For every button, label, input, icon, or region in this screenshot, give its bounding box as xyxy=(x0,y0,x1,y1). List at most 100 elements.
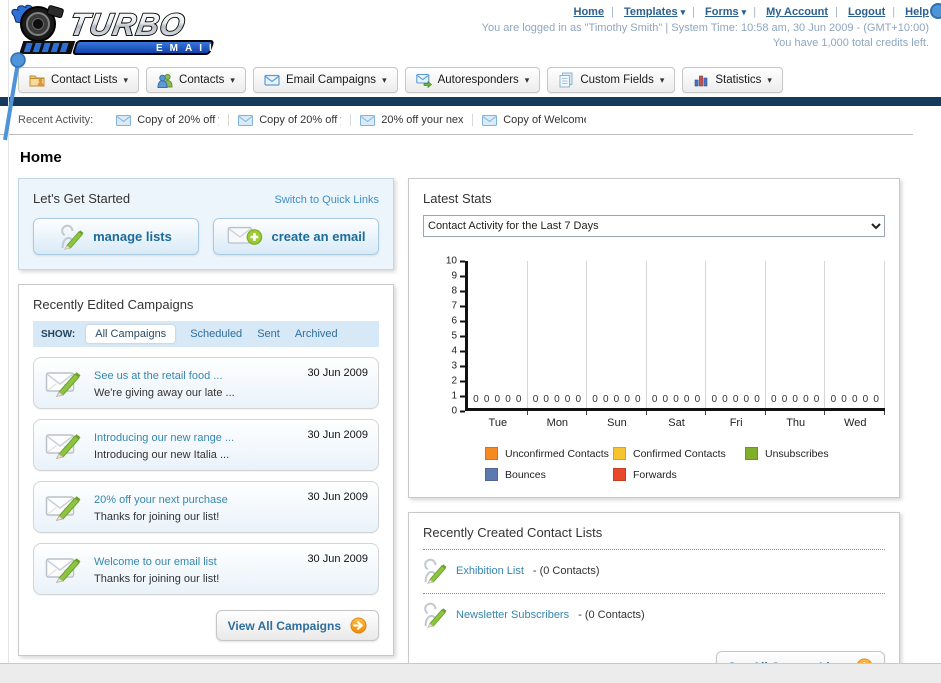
bar-chart-icon xyxy=(693,72,709,88)
chevron-down-icon: ▾ xyxy=(659,74,665,85)
top-link-home[interactable]: Home xyxy=(574,6,605,18)
campaign-title-link[interactable]: Introducing our new range ... xyxy=(94,432,234,444)
filter-all-campaigns[interactable]: All Campaigns xyxy=(86,325,176,343)
credits-text: You have 1,000 total credits left. xyxy=(772,37,929,49)
recent-activity-item[interactable]: Copy of 20% off yo xyxy=(229,114,352,126)
chart-value-label: 0 xyxy=(662,394,669,405)
legend-item: Bounces xyxy=(485,468,613,481)
nav-divider-bar xyxy=(0,97,941,106)
contact-list-link[interactable]: Newsletter Subscribers xyxy=(456,609,569,621)
chart-legend: Unconfirmed Contacts Confirmed Contacts Un… xyxy=(485,447,885,481)
recent-activity-bar: Recent Activity: Copy of 20% off yo Copy… xyxy=(0,106,913,135)
recent-activity-item[interactable]: Copy of 20% off yo xyxy=(107,114,230,126)
chart-y-tick: 10 xyxy=(446,256,465,267)
contact-lists-title: Recently Created Contact Lists xyxy=(423,525,603,540)
chart-value-label: 0 xyxy=(694,394,701,405)
chart-x-label: Wed xyxy=(825,411,885,429)
y-tick-mark xyxy=(460,365,465,367)
chart-value-labels: 00000 xyxy=(647,394,706,405)
tab-email-campaigns[interactable]: Email Campaigns ▾ xyxy=(252,67,398,93)
tab-statistics[interactable]: Statistics ▾ xyxy=(682,67,783,93)
tab-custom-fields[interactable]: Custom Fields ▾ xyxy=(547,67,676,93)
edit-list-icon xyxy=(423,557,447,585)
chart-value-label: 0 xyxy=(683,394,690,405)
top-link-templates[interactable]: Templates ▾ xyxy=(624,6,685,18)
top-link-logout[interactable]: Logout xyxy=(848,6,885,18)
chart-value-label: 0 xyxy=(771,394,777,405)
legend-swatch xyxy=(613,447,626,460)
campaigns-panel-title: Recently Edited Campaigns xyxy=(33,297,194,312)
main-content: Home Let's Get Started Switch to Quick L… xyxy=(0,135,941,683)
campaign-item[interactable]: Introducing our new range ... Introducin… xyxy=(33,419,379,471)
chart-value-label: 0 xyxy=(575,394,582,405)
chart-x-label: Sun xyxy=(587,411,647,429)
pages-icon xyxy=(558,72,574,88)
contact-list-item[interactable]: Exhibition List - (0 Contacts) xyxy=(423,550,885,591)
contact-list-link[interactable]: Exhibition List xyxy=(456,565,524,577)
switch-quick-links-link[interactable]: Switch to Quick Links xyxy=(274,194,379,206)
envelope-icon xyxy=(360,115,375,126)
campaign-subtitle: We're giving away our late ... xyxy=(94,387,235,399)
chart-x-label: Fri xyxy=(706,411,766,429)
legend-item: Unconfirmed Contacts xyxy=(485,447,613,460)
chart-x-label: Thu xyxy=(766,411,826,429)
chart-day-group: 00000 xyxy=(587,261,647,408)
campaign-title-link[interactable]: 20% off your next purchase xyxy=(94,494,228,506)
create-email-icon xyxy=(227,225,263,249)
contact-list-count: - (0 Contacts) xyxy=(578,609,645,621)
header: TURBO EMAIL Home Templates▾ Forms▾ xyxy=(0,0,941,64)
campaign-item[interactable]: See us at the retail food ... We're givi… xyxy=(33,357,379,409)
latest-stats-title: Latest Stats xyxy=(423,191,492,206)
page-footer-strip xyxy=(0,663,941,683)
stats-period-select[interactable]: Contact Activity for the Last 7 Days xyxy=(423,215,885,237)
legend-swatch xyxy=(485,447,498,460)
chart-value-label: 0 xyxy=(673,394,679,405)
chevron-down-icon: ▾ xyxy=(230,74,235,85)
chart-value-label: 0 xyxy=(722,394,728,405)
recent-campaigns-panel: Recently Edited Campaigns SHOW: All Camp… xyxy=(18,284,394,656)
y-tick-mark xyxy=(460,350,465,352)
filter-sent[interactable]: Sent xyxy=(257,328,280,340)
legend-swatch xyxy=(745,447,758,460)
recent-activity-item[interactable]: 20% off your next p xyxy=(351,114,474,126)
recent-activity-item[interactable]: Copy of Welcome to xyxy=(473,114,595,126)
chart-value-label: 0 xyxy=(602,394,609,405)
campaign-title-link[interactable]: Welcome to our email list xyxy=(94,556,217,568)
view-all-campaigns-button[interactable]: View All Campaigns xyxy=(215,610,379,641)
filter-scheduled[interactable]: Scheduled xyxy=(190,328,242,340)
chart-value-label: 0 xyxy=(743,394,750,405)
y-tick-mark xyxy=(460,305,465,307)
chart-value-label: 0 xyxy=(483,394,490,405)
envelope-icon xyxy=(264,72,280,88)
manage-lists-button[interactable]: manage lists xyxy=(33,218,199,255)
top-link-help[interactable]: Help xyxy=(905,6,929,18)
campaign-subtitle: Introducing our new Italia ... xyxy=(94,449,230,461)
turbo-email-logo: TURBO EMAIL xyxy=(8,2,240,65)
legend-label: Unsubscribes xyxy=(765,447,829,460)
campaign-item[interactable]: Welcome to our email list Thanks for joi… xyxy=(33,543,379,595)
tab-contacts[interactable]: Contacts ▾ xyxy=(146,67,246,93)
tab-contact-lists[interactable]: Contact Lists ▾ xyxy=(18,67,140,93)
top-link-my-account[interactable]: My Account xyxy=(766,6,828,18)
contact-list-item[interactable]: Newsletter Subscribers - (0 Contacts) xyxy=(423,594,885,635)
chart-value-label: 0 xyxy=(613,394,620,405)
chevron-down-icon: ▾ xyxy=(123,74,129,85)
logo-subtitle: EMAIL xyxy=(156,43,222,54)
chart-y-axis: 10 9 8 7 6 5 4 3 2 1 0 xyxy=(435,256,465,417)
campaign-item[interactable]: 20% off your next purchase Thanks for jo… xyxy=(33,481,379,533)
envelope-icon xyxy=(482,115,497,126)
tab-autoresponders[interactable]: Autoresponders ▾ xyxy=(404,67,541,93)
chart-y-tick: 7 xyxy=(451,301,465,312)
top-link-forms[interactable]: Forms ▾ xyxy=(705,6,746,18)
chart-y-tick: 8 xyxy=(451,286,465,297)
chart-value-labels: 00000 xyxy=(587,394,646,405)
filter-archived[interactable]: Archived xyxy=(295,328,338,340)
chart-value-label: 0 xyxy=(862,394,869,405)
decorative-dot xyxy=(930,3,941,19)
create-email-button[interactable]: create an email xyxy=(213,218,379,255)
campaign-filter-bar: SHOW: All Campaigns Scheduled Sent Archi… xyxy=(33,321,379,347)
chart-plot-area: 00000000000000000000000000000000000 xyxy=(465,261,886,411)
chart-y-tick: 2 xyxy=(451,376,465,387)
campaign-title-link[interactable]: See us at the retail food ... xyxy=(94,370,222,382)
campaign-date: 30 Jun 2009 xyxy=(307,491,368,503)
